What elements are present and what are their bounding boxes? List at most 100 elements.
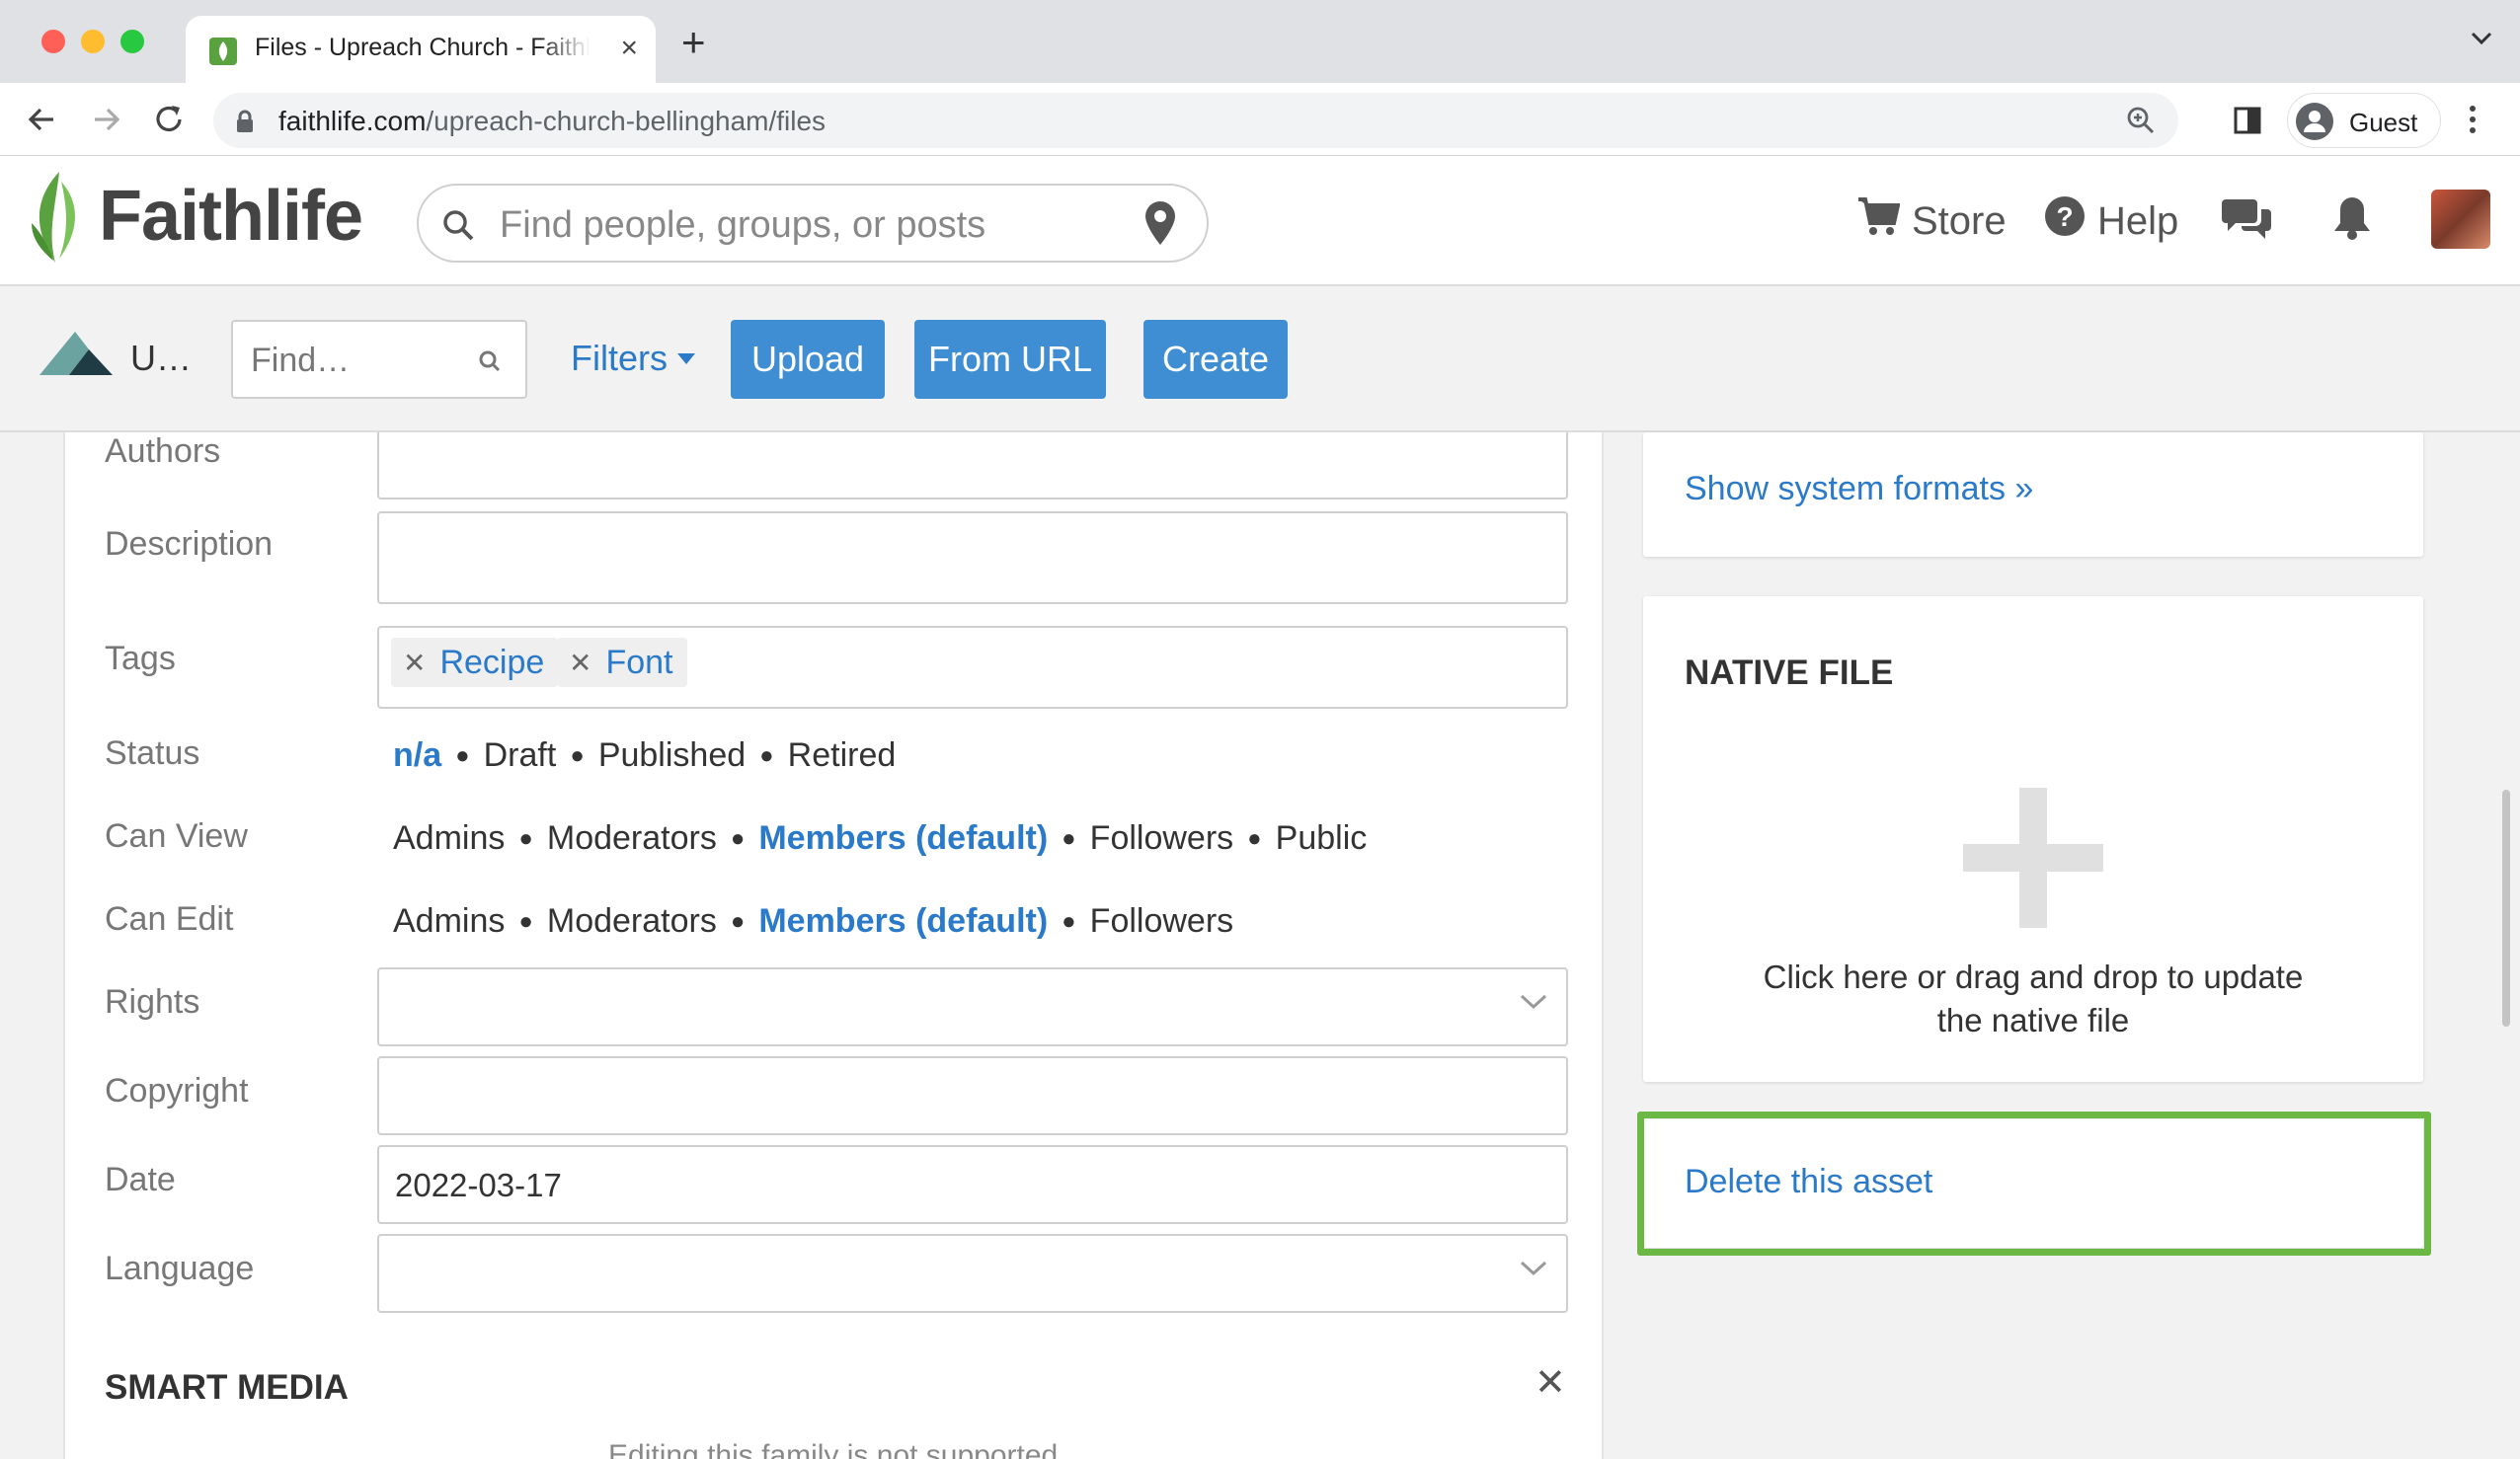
lock-icon: [235, 110, 255, 138]
can-view-option-public[interactable]: Public: [1276, 819, 1368, 858]
files-toolbar: U… Find… Filters Upload From URL Create: [0, 288, 2520, 432]
can-view-option-admins[interactable]: Admins: [393, 819, 505, 858]
browser-tab-active[interactable]: Files - Upreach Church - Faithlife ×: [186, 16, 656, 83]
files-find-input[interactable]: Find…: [231, 320, 527, 399]
tag-chip[interactable]: ✕ Recipe: [391, 638, 559, 687]
can-edit-options: Admins ● Moderators ● Members (default) …: [393, 902, 1234, 941]
user-avatar[interactable]: [2431, 190, 2490, 249]
guest-avatar-icon: [2296, 103, 2333, 140]
rights-label: Rights: [105, 983, 200, 1021]
window-close-button[interactable]: [41, 30, 65, 53]
notifications-bell-icon[interactable]: [2330, 193, 2374, 246]
forward-arrow-icon[interactable]: [87, 101, 124, 138]
description-input[interactable]: [377, 511, 1568, 604]
url-text: faithlife.com/upreach-church-bellingham/…: [278, 106, 827, 136]
status-options: n/a ● Draft ● Published ● Retired: [393, 736, 897, 775]
filters-dropdown[interactable]: Filters: [571, 338, 695, 379]
show-system-formats-link[interactable]: Show system formats »: [1685, 470, 2033, 508]
language-select[interactable]: [377, 1234, 1568, 1313]
help-link[interactable]: ? Help: [2044, 195, 2178, 247]
chevron-down-icon: [1519, 993, 1548, 1016]
can-view-option-followers[interactable]: Followers: [1090, 819, 1233, 858]
create-button[interactable]: Create: [1143, 320, 1288, 399]
window-maximize-button[interactable]: [120, 30, 144, 53]
date-input[interactable]: 2022-03-17: [377, 1145, 1568, 1224]
tab-search-chevron-icon[interactable]: [2471, 32, 2492, 50]
can-edit-label: Can Edit: [105, 900, 234, 938]
messages-icon[interactable]: [2222, 195, 2271, 246]
asset-details-panel: Authors Description Tags ✕ Recipe ✕ Font…: [63, 432, 1604, 1459]
plus-icon: [1963, 788, 2103, 933]
tag-chip[interactable]: ✕ Font: [557, 638, 687, 687]
store-link[interactable]: Store: [1856, 195, 2007, 247]
help-icon: ?: [2044, 195, 2086, 247]
profile-button[interactable]: Guest: [2287, 93, 2441, 148]
can-view-option-moderators[interactable]: Moderators: [547, 819, 717, 858]
help-label: Help: [2097, 198, 2179, 243]
upload-button[interactable]: Upload: [731, 320, 885, 399]
tags-label: Tags: [105, 640, 176, 677]
site-search-input[interactable]: Find people, groups, or posts: [417, 184, 1209, 263]
rights-select[interactable]: [377, 967, 1568, 1046]
authors-label: Authors: [105, 432, 221, 470]
can-view-options: Admins ● Moderators ● Members (default) …: [393, 819, 1368, 858]
caret-down-icon: [677, 352, 695, 364]
files-find-placeholder: Find…: [251, 342, 351, 379]
smart-media-title: SMART MEDIA: [105, 1368, 349, 1407]
native-file-title: NATIVE FILE: [1685, 653, 1894, 692]
side-panel-icon[interactable]: [2234, 107, 2261, 139]
reload-icon[interactable]: [150, 101, 188, 138]
status-option-draft[interactable]: Draft: [484, 736, 557, 775]
status-option-published[interactable]: Published: [598, 736, 746, 775]
native-file-instructions: Click here or drag and drop to update th…: [1763, 959, 2304, 1038]
address-bar[interactable]: faithlife.com/upreach-church-bellingham/…: [213, 93, 2178, 148]
can-edit-option-moderators[interactable]: Moderators: [547, 902, 717, 941]
new-tab-icon[interactable]: +: [681, 22, 706, 63]
browser-toolbar: faithlife.com/upreach-church-bellingham/…: [0, 83, 2520, 156]
site-search-placeholder: Find people, groups, or posts: [500, 204, 986, 246]
zoom-icon[interactable]: [2125, 105, 2157, 141]
location-pin-icon[interactable]: [1143, 199, 1177, 252]
status-label: Status: [105, 734, 200, 772]
search-icon: [440, 207, 476, 248]
faithlife-logo-text[interactable]: Faithlife: [99, 176, 363, 257]
faithlife-logo-icon[interactable]: [26, 168, 89, 271]
formats-card: Show system formats »: [1643, 432, 2423, 557]
faithlife-favicon-icon: [209, 38, 237, 65]
can-edit-option-followers[interactable]: Followers: [1090, 902, 1233, 941]
smart-media-note: Editing this family is not supported: [608, 1439, 1059, 1459]
can-edit-option-members[interactable]: Members (default): [758, 902, 1048, 941]
tags-input[interactable]: ✕ Recipe ✕ Font: [377, 626, 1568, 709]
site-header: Faithlife Find people, groups, or posts …: [0, 156, 2520, 286]
status-option-na[interactable]: n/a: [393, 736, 441, 775]
close-icon[interactable]: ✕: [1535, 1360, 1566, 1405]
window-minimize-button[interactable]: [81, 30, 105, 53]
can-view-option-members[interactable]: Members (default): [758, 819, 1048, 858]
native-file-dropzone[interactable]: NATIVE FILE Click here or drag and drop …: [1643, 596, 2423, 1082]
back-arrow-icon[interactable]: [24, 101, 61, 138]
can-edit-option-admins[interactable]: Admins: [393, 902, 505, 941]
language-label: Language: [105, 1250, 255, 1287]
status-option-retired[interactable]: Retired: [788, 736, 897, 775]
browser-tabstrip: Files - Upreach Church - Faithlife × +: [0, 0, 2520, 83]
cart-icon: [1856, 195, 1901, 247]
store-label: Store: [1912, 198, 2007, 243]
page-scrollbar[interactable]: [2502, 790, 2510, 1027]
remove-tag-icon[interactable]: ✕: [569, 647, 591, 679]
remove-tag-icon[interactable]: ✕: [403, 647, 426, 679]
search-icon: [478, 349, 502, 378]
from-url-button[interactable]: From URL: [914, 320, 1106, 399]
highlight-box: [1637, 1112, 2431, 1256]
tab-title: Files - Upreach Church - Faithlife: [255, 34, 591, 61]
date-value: 2022-03-17: [395, 1167, 562, 1203]
chevron-down-icon: [1519, 1260, 1548, 1282]
profile-label: Guest: [2349, 108, 2418, 137]
authors-input[interactable]: [377, 432, 1568, 499]
description-label: Description: [105, 525, 274, 563]
copyright-input[interactable]: [377, 1056, 1568, 1135]
tag-label: Recipe: [439, 643, 545, 681]
group-name[interactable]: U…: [130, 338, 192, 379]
group-logo-icon[interactable]: [39, 328, 113, 382]
browser-menu-icon[interactable]: [2469, 105, 2477, 139]
tab-close-icon[interactable]: ×: [620, 32, 638, 65]
